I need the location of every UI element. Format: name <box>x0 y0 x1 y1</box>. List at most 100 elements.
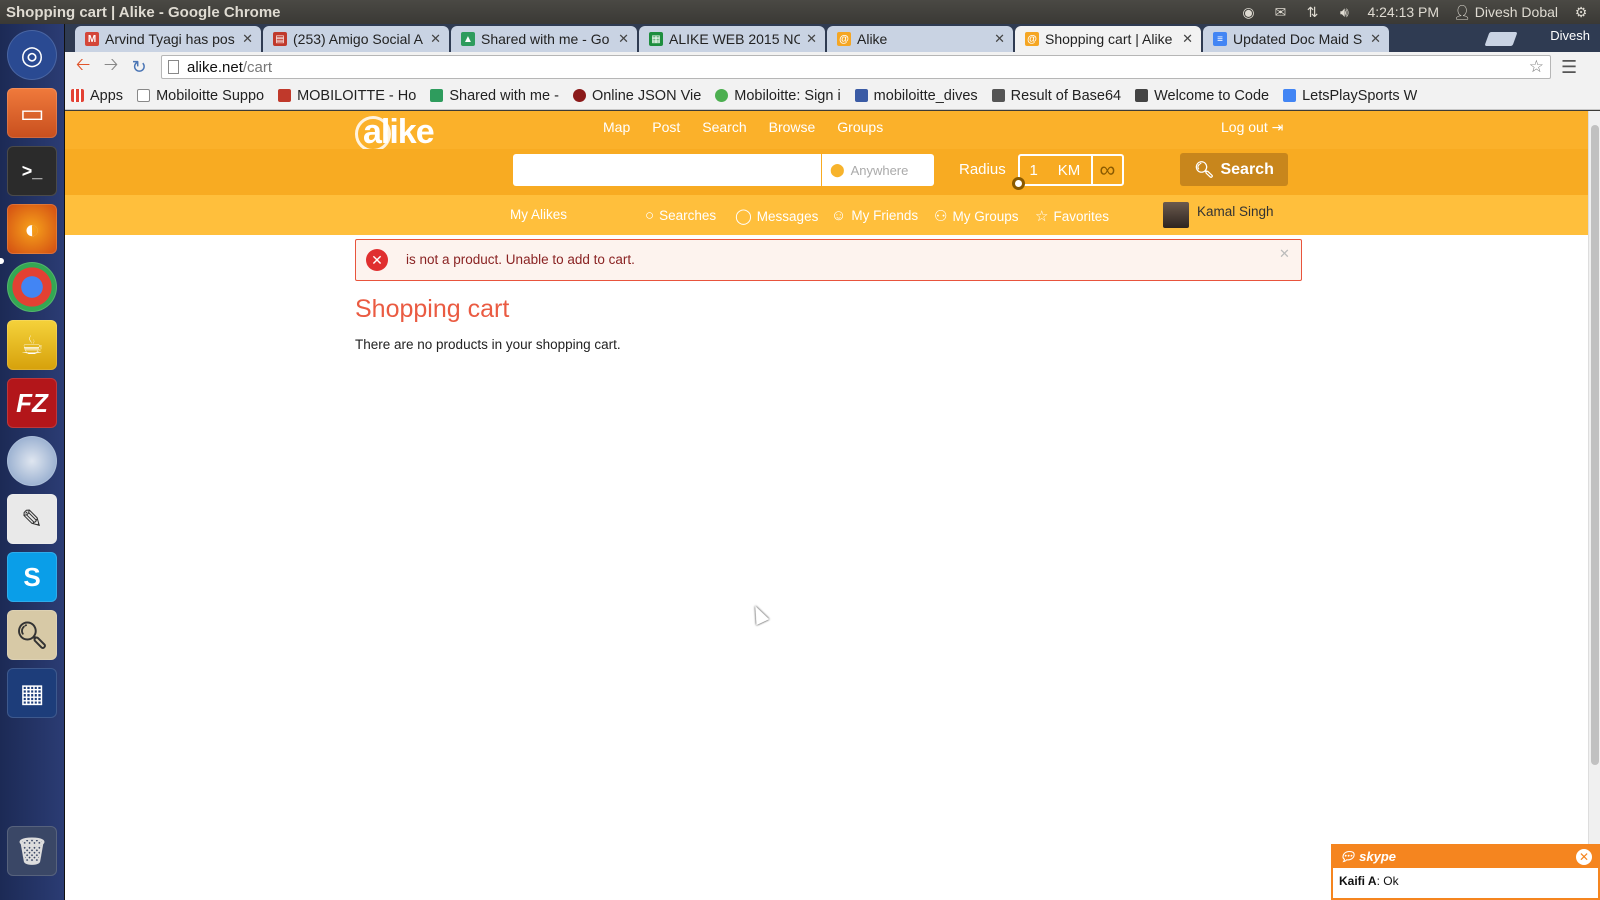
page-viewport: alike Map Post Search Browse Groups Log … <box>65 111 1588 900</box>
bookmark-item[interactable]: Mobiloitte: Sign i <box>715 88 841 104</box>
close-icon[interactable]: ✕ <box>1279 247 1291 260</box>
code-icon <box>1135 89 1149 102</box>
close-icon[interactable]: ✕ <box>806 31 817 47</box>
nav-messages[interactable]: ◯ Messages <box>735 207 818 225</box>
new-tab-button[interactable] <box>1484 32 1518 46</box>
back-arrow-icon[interactable]: 🡠 <box>69 52 97 82</box>
bookmark-item[interactable]: Shared with me - <box>430 88 559 104</box>
nav-groups[interactable]: Groups <box>837 119 883 135</box>
nav-my-friends[interactable]: ☺ My Friends <box>831 207 918 224</box>
tab-strip: M Arvind Tyagi has pos ✕ ▤ (253) Amigo S… <box>65 24 1600 52</box>
settings-gear-icon[interactable]: ⚙ <box>1572 4 1590 20</box>
scrollbar[interactable] <box>1588 111 1600 900</box>
skype-notification[interactable]: 💬︎ skype ✕ Kaifi A: Ok <box>1331 844 1600 900</box>
tab-docs[interactable]: ≡ Updated Doc Maid S ✕ <box>1203 26 1389 52</box>
tab-gmail[interactable]: M Arvind Tyagi has pos ✕ <box>75 26 261 52</box>
os-top-panel: Shopping cart | Alike - Google Chrome ◉ … <box>0 0 1600 24</box>
network-icon[interactable]: ⇅ <box>1303 4 1321 20</box>
nav-map[interactable]: Map <box>603 119 630 135</box>
forward-arrow-icon[interactable]: 🡢 <box>97 52 125 82</box>
skype-icon[interactable]: S <box>7 552 57 602</box>
skype-sender: Kaifi A <box>1339 874 1377 888</box>
close-icon[interactable]: ✕ <box>242 31 253 47</box>
nav-my-groups[interactable]: ⚇ My Groups <box>934 207 1018 225</box>
bookmarks-bar: Apps Mobiloitte Suppo MOBILOITTE - Ho Sh… <box>65 82 1600 110</box>
chrome-tray-icon[interactable]: ◉ <box>1239 4 1257 20</box>
tab-shopping-cart[interactable]: @ Shopping cart | Alike ✕ <box>1015 26 1201 52</box>
close-icon[interactable]: ✕ <box>1576 849 1592 865</box>
nav-search[interactable]: Search <box>702 119 746 135</box>
infinity-icon[interactable]: ∞ <box>1090 156 1122 184</box>
my-groups-label: My Groups <box>952 208 1019 224</box>
teapot-icon[interactable]: ☕︎ <box>7 320 57 370</box>
radius-selector[interactable]: 1 KM ∞ <box>1018 154 1124 186</box>
firefox-icon[interactable]: ◐ <box>7 204 57 254</box>
profile-button[interactable]: Divesh <box>1550 28 1590 43</box>
nav-browse[interactable]: Browse <box>769 119 816 135</box>
page-title: Shopping cart <box>355 295 510 323</box>
bookmark-item[interactable]: mobiloitte_dives <box>854 88 978 104</box>
search-input[interactable] <box>513 154 821 186</box>
trash-icon[interactable]: 🗑︎ <box>7 826 57 876</box>
reload-icon[interactable]: ↻ <box>125 57 153 78</box>
chromium-icon[interactable] <box>7 436 57 486</box>
bookmark-item[interactable]: LetsPlaySports W <box>1283 88 1417 104</box>
bookmark-item[interactable]: Online JSON Vie <box>572 88 701 104</box>
radius-slider-handle[interactable] <box>1012 177 1025 190</box>
cup-icon <box>854 89 868 102</box>
nav-searches[interactable]: ○ Searches <box>645 207 716 224</box>
close-icon[interactable]: ✕ <box>1182 31 1193 47</box>
terminal-icon[interactable]: >_ <box>7 146 57 196</box>
volume-icon[interactable]: 🔊︎ <box>1335 4 1353 20</box>
tab-drive[interactable]: ▲ Shared with me - Go ✕ <box>451 26 637 52</box>
close-icon[interactable]: ✕ <box>430 31 441 47</box>
nav-my-alikes[interactable]: My Alikes <box>510 207 567 222</box>
nav-favorites[interactable]: ☆ Favorites <box>1035 207 1109 225</box>
search-button-label: Search <box>1220 160 1274 178</box>
close-icon[interactable]: ✕ <box>1370 31 1381 47</box>
hamburger-menu-icon[interactable]: ☰ <box>1561 57 1577 78</box>
skype-message: Kaifi A: Ok <box>1333 868 1598 894</box>
error-x-icon: ✕ <box>366 249 388 271</box>
address-bar[interactable]: alike.net/cart ☆ <box>161 55 1551 79</box>
bookmark-item[interactable]: Result of Base64 <box>991 88 1121 104</box>
bookmark-apps[interactable]: Apps <box>71 88 123 104</box>
mouse-cursor-icon <box>748 602 770 626</box>
logout-icon: ⇥ <box>1271 119 1284 135</box>
tab-amigo[interactable]: ▤ (253) Amigo Social A ✕ <box>263 26 449 52</box>
bookmark-item[interactable]: Mobiloitte Suppo <box>137 88 264 104</box>
user-menu[interactable]: 👤︎ Divesh Dobal <box>1453 4 1558 21</box>
tab-alike[interactable]: @ Alike ✕ <box>827 26 1013 52</box>
tab-sheets[interactable]: ▦ ALIKE WEB 2015 NO ✕ <box>639 26 825 52</box>
chrome-icon[interactable] <box>7 262 57 312</box>
image-viewer-icon[interactable]: 🔍︎ <box>7 610 57 660</box>
user-name[interactable]: Kamal Singh <box>1197 204 1274 219</box>
workspace-switcher-icon[interactable]: ▦ <box>7 668 57 718</box>
logout-link[interactable]: Log out ⇥ <box>1221 119 1283 136</box>
text-editor-icon[interactable]: ✎ <box>7 494 57 544</box>
scrollbar-thumb[interactable] <box>1591 125 1599 765</box>
alike-logo[interactable]: alike <box>355 113 435 153</box>
nav-post[interactable]: Post <box>652 119 680 135</box>
filezilla-icon[interactable]: FZ <box>7 378 57 428</box>
bookmark-label: MOBILOITTE - Ho <box>297 87 417 104</box>
ubuntu-dash-icon[interactable]: ◎ <box>7 30 57 80</box>
clock[interactable]: 4:24:13 PM <box>1367 4 1439 20</box>
close-icon[interactable]: ✕ <box>618 31 629 47</box>
smiley-icon: ☺ <box>831 207 847 224</box>
bookmark-label: Welcome to Code <box>1154 87 1270 104</box>
calendar-icon: ▤ <box>273 32 287 46</box>
window-title: Shopping cart | Alike - Google Chrome <box>6 3 281 21</box>
close-icon[interactable]: ✕ <box>994 31 1005 47</box>
bookmark-label: LetsPlaySports W <box>1302 87 1418 104</box>
files-icon[interactable]: ▭ <box>7 88 57 138</box>
search-button[interactable]: 🔍︎ Search <box>1180 153 1288 186</box>
alert-message: is not a product. Unable to add to cart. <box>406 252 635 267</box>
avatar[interactable] <box>1163 202 1189 228</box>
json-icon <box>572 89 586 102</box>
bookmark-item[interactable]: MOBILOITTE - Ho <box>278 88 416 104</box>
mail-icon[interactable]: ✉ <box>1271 4 1289 20</box>
bookmark-item[interactable]: Welcome to Code <box>1135 88 1269 104</box>
bookmark-star-icon[interactable]: ☆ <box>1529 57 1544 77</box>
location-input[interactable]: ⬤ Anywhere <box>822 154 934 186</box>
